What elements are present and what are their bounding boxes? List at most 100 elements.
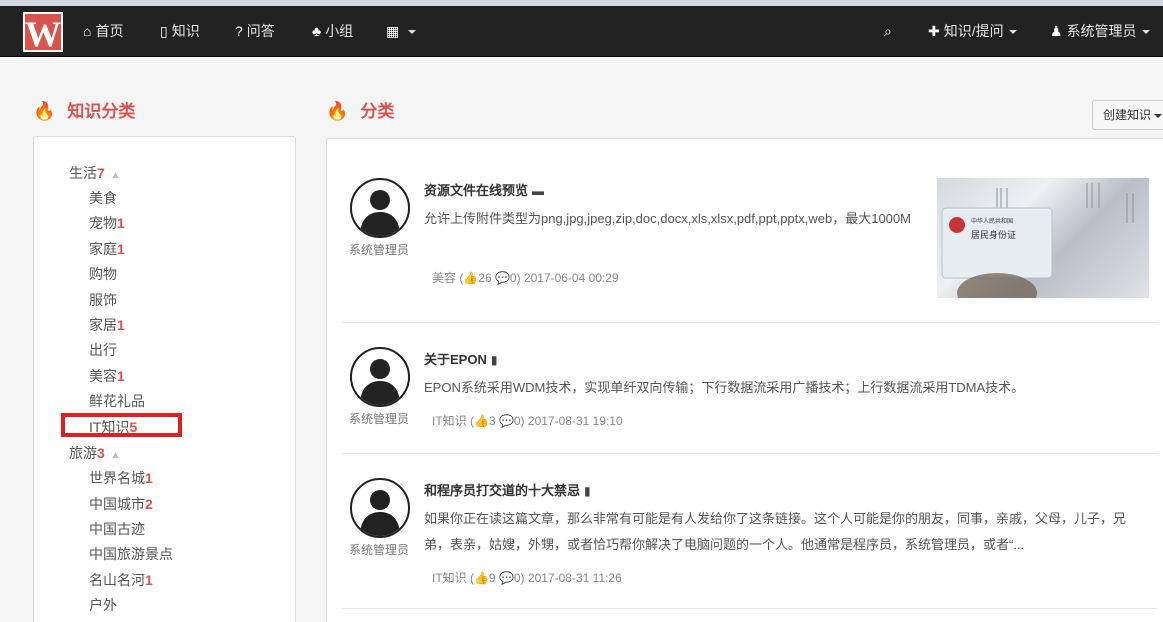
create-knowledge-button[interactable]: 创建知识 — [1092, 100, 1163, 130]
category-label: 鲜花礼品 — [89, 393, 145, 409]
category-count: 1 — [117, 241, 125, 257]
chevron-up-icon[interactable]: ▲ — [111, 450, 121, 461]
item-meta: 美容 (👍26 💬0) 2017-06-04 00:29 — [432, 271, 619, 285]
fire-icon: 🔥 — [326, 101, 349, 121]
category-label: 美食 — [89, 190, 117, 206]
category-label: 中国旅游景点 — [89, 546, 173, 562]
category-family[interactable]: 家庭1 — [89, 239, 125, 259]
id-card-line2: 居民身份证 — [971, 229, 1016, 241]
user-icon: ♟ — [1050, 23, 1063, 39]
nav-search[interactable]: ⌕ — [884, 6, 896, 57]
folder-icon: ▬ — [532, 184, 545, 198]
category-china-heritage[interactable]: 中国古迹 — [89, 519, 145, 539]
create-knowledge-label: 创建知识 — [1103, 108, 1152, 122]
main-title-label: 分类 — [360, 102, 395, 121]
item-meta: IT知识 (👍3 💬0) 2017-08-31 19:10 — [432, 414, 623, 428]
category-pets[interactable]: 宠物1 — [89, 213, 125, 233]
category-label: 生活 — [69, 165, 97, 181]
nav-apps-menu[interactable]: ▦ — [386, 6, 417, 57]
category-count: 1 — [145, 572, 153, 588]
category-beauty[interactable]: 美容1 — [89, 366, 125, 386]
book-icon: ▯ — [160, 23, 168, 39]
category-count: 3 — [97, 445, 105, 461]
user-silhouette-icon — [360, 190, 400, 236]
id-card-image: 中华人民共和国 居民身份证 — [941, 183, 1134, 298]
book-icon: ▮ — [490, 353, 498, 367]
category-label: 宠物 — [89, 215, 117, 231]
nav-group[interactable]: ♣ 小组 — [312, 6, 353, 57]
category-label: 家庭 — [89, 241, 117, 257]
category-food[interactable]: 美食 — [89, 188, 117, 208]
item-description: 允许上传附件类型为png,jpg,jpeg,zip,doc,docx,xls,x… — [424, 211, 911, 226]
main-title: 🔥 分类 — [326, 97, 394, 122]
plus-icon: ✚ — [928, 23, 940, 39]
chevron-down-icon — [408, 30, 417, 35]
category-label: 美容 — [89, 368, 117, 384]
category-flowers-gifts[interactable]: 鲜花礼品 — [89, 391, 145, 411]
item-thumbnail[interactable]: 中华人民共和国 居民身份证 — [937, 178, 1149, 298]
home-icon: ⌂ — [83, 23, 92, 39]
list-item: 系统管理员 资源文件在线预览 ▬ 允许上传附件类型为png,jpg,jpeg,zi… — [342, 138, 1157, 323]
category-count: 1 — [117, 317, 125, 333]
item-title[interactable]: 资源文件在线预览 ▬ — [424, 180, 544, 199]
category-life[interactable]: 生活7 ▲ — [69, 163, 121, 183]
category-mountains-rivers[interactable]: 名山名河1 — [89, 570, 153, 590]
chevron-up-icon[interactable]: ▲ — [111, 170, 121, 181]
item-title-label: 资源文件在线预览 — [424, 183, 529, 198]
nav-post-label: 知识/提问 — [943, 23, 1004, 39]
category-label: 中国城市 — [89, 496, 145, 512]
author-name[interactable]: 系统管理员 — [349, 541, 409, 558]
item-title[interactable]: 关于EPON ▮ — [424, 349, 497, 368]
grid-icon: ▦ — [386, 23, 400, 39]
category-label: 名山名河 — [89, 572, 145, 588]
nav-knowledge[interactable]: ▯ 知识 — [160, 6, 200, 57]
nav-post-menu[interactable]: ✚ 知识/提问 — [928, 6, 1017, 57]
category-outdoor[interactable]: 户外 — [89, 595, 117, 615]
category-travel[interactable]: 出行 — [89, 340, 117, 360]
nav-qa[interactable]: ? 问答 — [235, 6, 275, 57]
category-world-cities[interactable]: 世界名城1 — [89, 468, 153, 488]
category-label: 旅游 — [69, 445, 97, 461]
category-count: 7 — [97, 165, 105, 181]
category-count: 5 — [129, 419, 138, 435]
nav-home[interactable]: ⌂ 首页 — [83, 6, 123, 57]
avatar[interactable] — [350, 178, 410, 238]
user-silhouette-icon — [360, 359, 400, 405]
nav-home-label: 首页 — [95, 23, 124, 39]
divider — [342, 608, 1157, 609]
item-title[interactable]: 和程序员打交道的十大禁忌 ▮ — [424, 480, 591, 499]
search-icon: ⌕ — [884, 23, 892, 39]
chevron-down-icon — [1008, 30, 1017, 35]
category-count: 1 — [117, 368, 125, 384]
category-china-scenic[interactable]: 中国旅游景点 — [89, 544, 173, 564]
category-home[interactable]: 家居1 — [89, 315, 125, 335]
nav-user-label: 系统管理员 — [1066, 23, 1137, 39]
category-china-cities[interactable]: 中国城市2 — [89, 494, 153, 514]
nav-qa-label: 问答 — [246, 23, 275, 39]
site-logo[interactable]: W — [23, 12, 63, 54]
category-count: 2 — [145, 496, 153, 512]
nav-user-menu[interactable]: ♟ 系统管理员 — [1050, 6, 1150, 57]
category-label: 出行 — [89, 342, 117, 358]
category-shopping[interactable]: 购物 — [89, 264, 117, 284]
avatar[interactable] — [350, 347, 410, 407]
question-icon: ? — [235, 23, 243, 39]
category-label: IT知识 — [89, 419, 130, 435]
category-count: 1 — [145, 470, 153, 486]
category-label: 中国古迹 — [89, 521, 145, 537]
category-clothing[interactable]: 服饰 — [89, 290, 117, 310]
top-navbar: W ⌂ 首页 ▯ 知识 ? 问答 ♣ 小组 ▦ ⌕ ✚ 知识/提问 ♟ 系统管理员 — [0, 6, 1163, 57]
author-name[interactable]: 系统管理员 — [349, 410, 409, 427]
category-tourism[interactable]: 旅游3 ▲ — [69, 443, 121, 463]
author-name[interactable]: 系统管理员 — [349, 241, 409, 258]
list-item: 系统管理员 关于EPON ▮ EPON系统采用WDM技术，实现单纤双向传输；下行数… — [342, 322, 1157, 462]
user-silhouette-icon — [360, 490, 400, 536]
category-it-knowledge[interactable]: IT知识5 — [89, 417, 137, 437]
chevron-down-icon — [1154, 113, 1163, 118]
nav-group-label: 小组 — [325, 23, 354, 39]
category-label: 购物 — [89, 266, 117, 282]
nav-knowledge-label: 知识 — [171, 23, 200, 39]
tree-icon: ♣ — [312, 23, 322, 39]
item-title-label: 关于EPON — [424, 352, 487, 367]
avatar[interactable] — [350, 478, 410, 538]
